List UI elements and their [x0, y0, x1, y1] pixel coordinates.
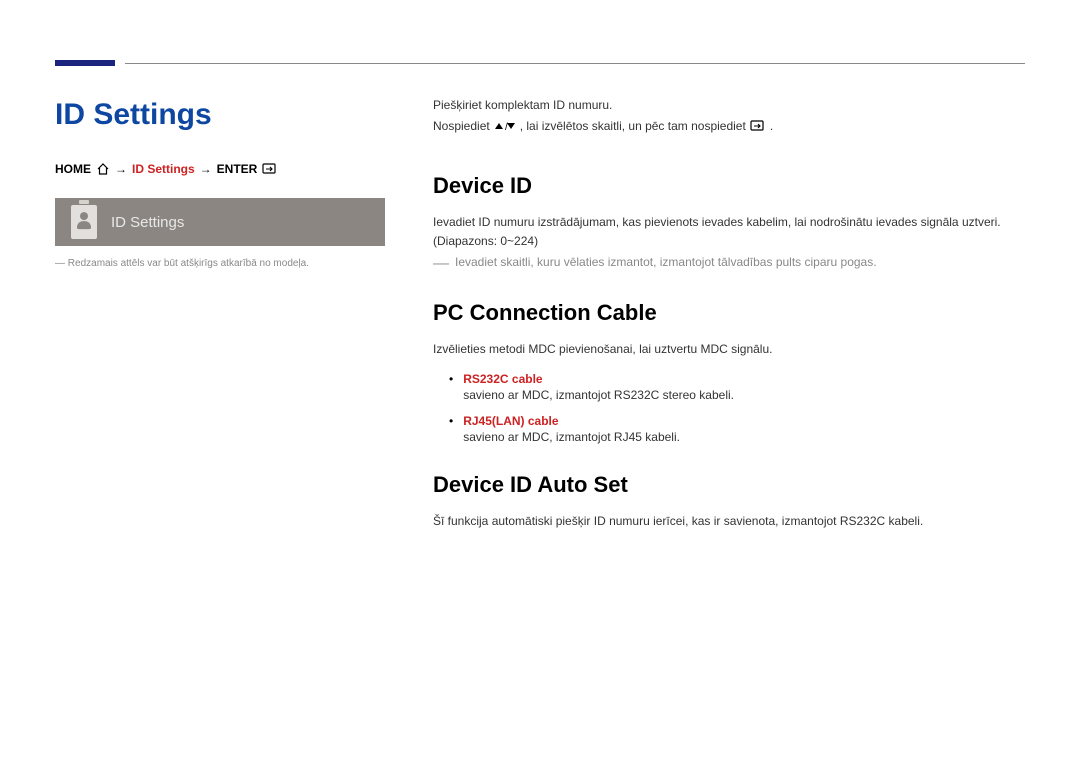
device-id-body: Ievadiet ID numuru izstrādājumam, kas pi… — [433, 213, 1025, 251]
device-id-note: ― Ievadiet skaitli, kuru vēlaties izmant… — [433, 255, 1025, 272]
list-item-label: RS232C cable — [463, 372, 542, 386]
image-caption: ― Redzamais attēls var būt atšķirīgs atk… — [55, 256, 385, 271]
bullet-icon: • — [449, 412, 453, 444]
enter-icon — [262, 163, 278, 175]
section-heading-device-id: Device ID — [433, 173, 1025, 199]
note-dash-icon: ― — [433, 255, 449, 272]
page-title: ID Settings — [55, 98, 385, 132]
breadcrumb-arrow: → — [200, 162, 212, 176]
home-icon — [96, 163, 110, 175]
header-tab-mark — [55, 60, 115, 66]
breadcrumb-enter: ENTER — [217, 162, 258, 176]
list-item-desc: savieno ar MDC, izmantojot RJ45 kabeli. — [463, 430, 680, 444]
bullet-icon: • — [449, 370, 453, 402]
breadcrumb-arrow: → — [115, 162, 127, 176]
id-card-icon — [71, 205, 97, 239]
list-item-label: RJ45(LAN) cable — [463, 414, 558, 428]
intro-line-2: Nospiediet / , lai izvēlētos skaitli, un… — [433, 119, 1025, 133]
menu-preview-label: ID Settings — [111, 214, 184, 231]
pc-connection-body: Izvēlieties metodi MDC pievienošanai, la… — [433, 340, 1025, 359]
section-heading-auto-set: Device ID Auto Set — [433, 472, 1025, 498]
list-item: • RJ45(LAN) cable savieno ar MDC, izmant… — [433, 412, 1025, 444]
breadcrumb: HOME → ID Settings → ENTER — [55, 162, 385, 176]
auto-set-body: Šī funkcija automātiski piešķir ID numur… — [433, 512, 1025, 531]
section-heading-pc-connection: PC Connection Cable — [433, 300, 1025, 326]
list-item: • RS232C cable savieno ar MDC, izmantojo… — [433, 370, 1025, 402]
up-down-icon: / — [494, 121, 516, 132]
enter-icon — [750, 120, 766, 132]
sidebar: ID Settings HOME → ID Settings → ENTER I… — [55, 98, 385, 531]
pc-connection-list: • RS232C cable savieno ar MDC, izmantojo… — [433, 370, 1025, 444]
breadcrumb-current: ID Settings — [132, 162, 195, 176]
intro-line-1: Piešķiriet komplektam ID numuru. — [433, 98, 1025, 112]
header-rule — [125, 63, 1025, 64]
menu-preview: ID Settings — [55, 198, 385, 246]
breadcrumb-home: HOME — [55, 162, 91, 176]
list-item-desc: savieno ar MDC, izmantojot RS232C stereo… — [463, 388, 734, 402]
main-content: Piešķiriet komplektam ID numuru. Nospied… — [433, 98, 1025, 531]
